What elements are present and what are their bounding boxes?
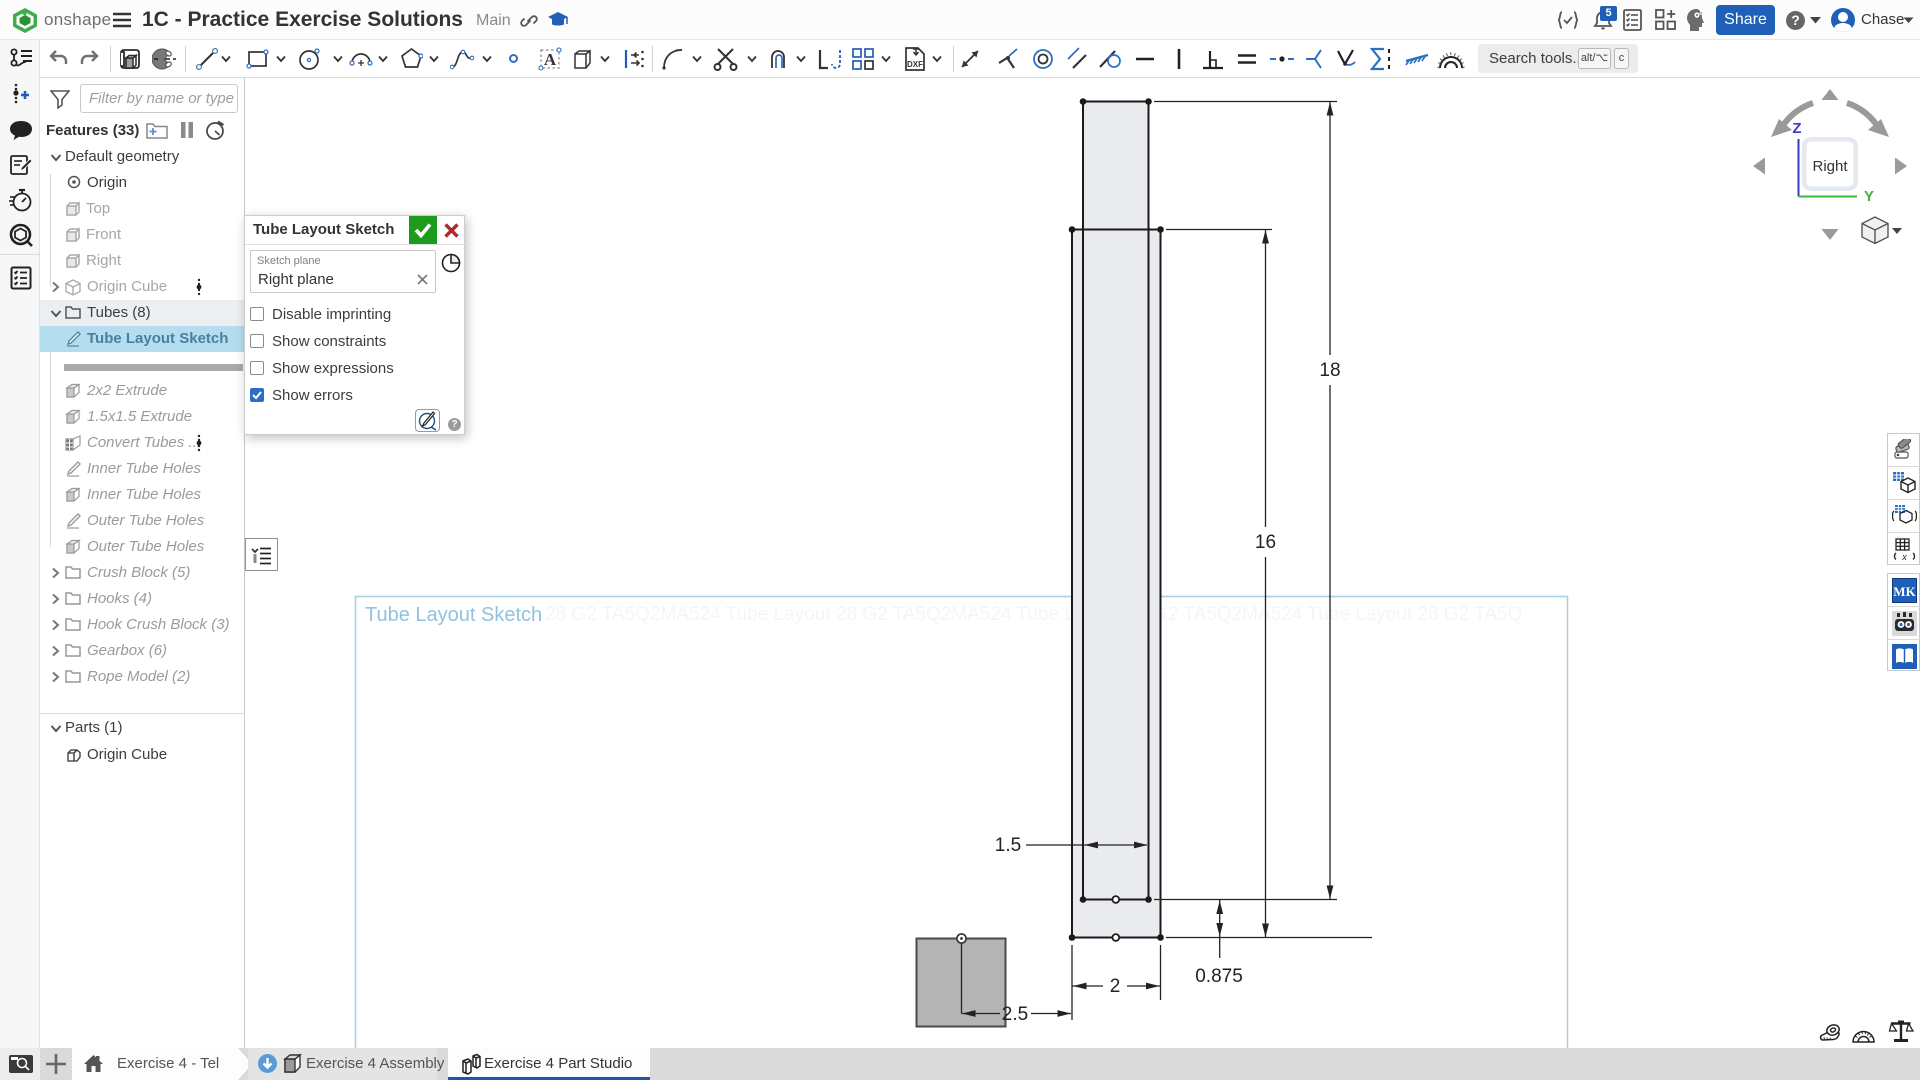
svg-text:0.875: 0.875: [1195, 966, 1243, 987]
svg-text:Right: Right: [1812, 158, 1848, 175]
svg-text:x: x: [1901, 552, 1907, 561]
svg-text:16: 16: [1255, 532, 1276, 553]
svg-text:28 G2 TA5Q2MA524 Tube Layout 2: 28 G2 TA5Q2MA524 Tube Layout 28 G2 TA5Q2…: [545, 604, 1522, 625]
svg-text:2: 2: [1110, 976, 1121, 997]
svg-text:1.5: 1.5: [995, 835, 1021, 856]
svg-text:2.5: 2.5: [1002, 1004, 1028, 1025]
svg-text:Z: Z: [1792, 120, 1801, 137]
svg-text:18: 18: [1319, 360, 1340, 381]
svg-text:Y: Y: [1864, 188, 1874, 205]
svg-text:A: A: [544, 50, 557, 69]
svg-text:DXF: DXF: [907, 60, 923, 69]
svg-text:Tube Layout Sketch: Tube Layout Sketch: [365, 604, 542, 626]
